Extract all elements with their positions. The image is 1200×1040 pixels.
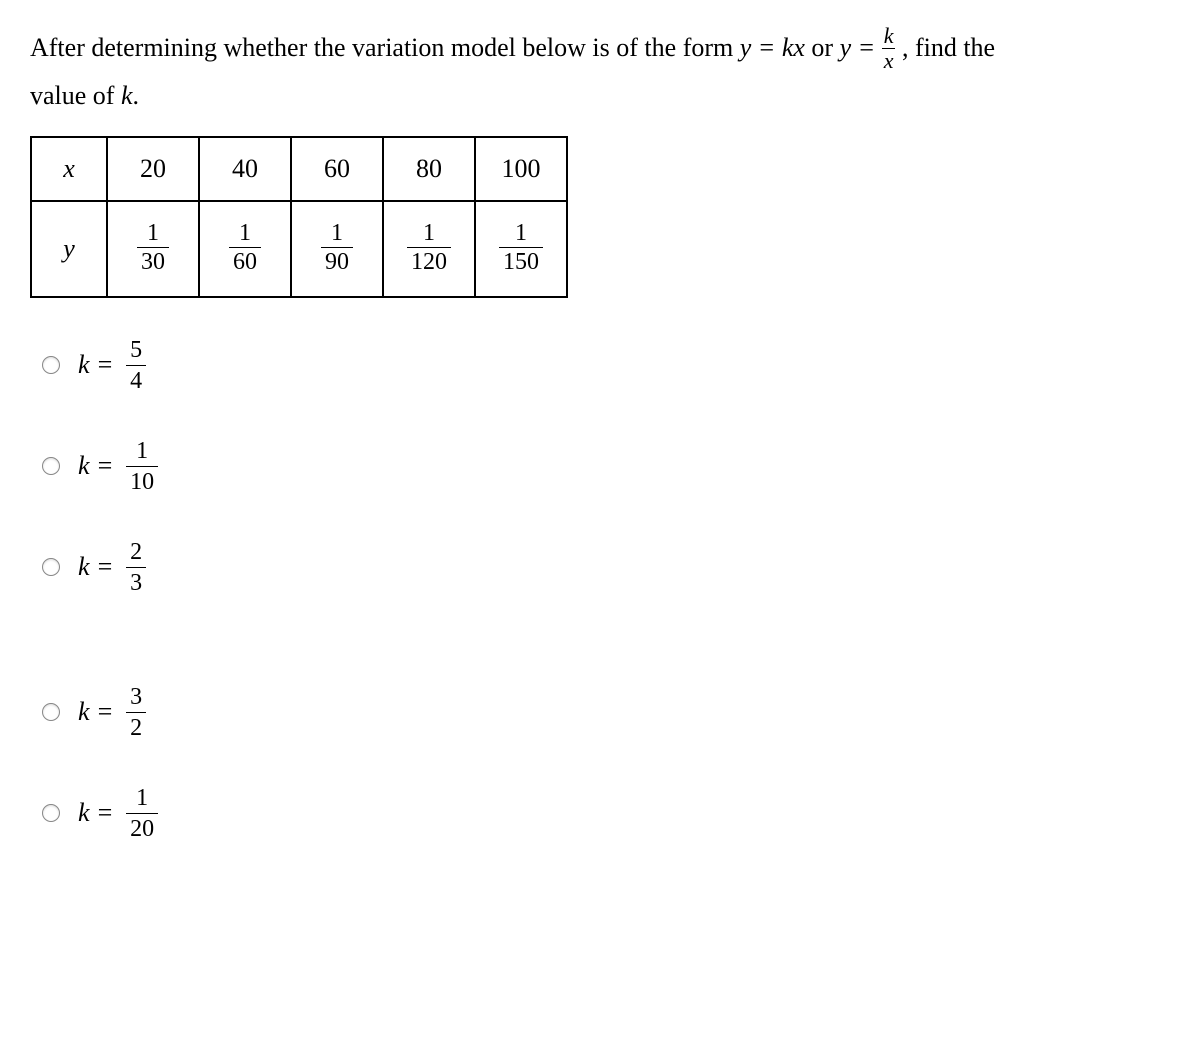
answer-options: k = 5 4 k = 1 10 k = 2 3 — [42, 338, 1170, 841]
table-row-y: y 1 30 1 60 1 90 1 120 — [31, 201, 567, 297]
row-label-x: x — [31, 137, 107, 201]
cell-x-0: 20 — [107, 137, 199, 201]
radio-icon[interactable] — [42, 457, 60, 475]
cell-y-1: 1 60 — [199, 201, 291, 297]
question-line2: value of — [30, 81, 121, 110]
table-row-x: x 20 40 60 80 100 — [31, 137, 567, 201]
cell-y-3: 1 120 — [383, 201, 475, 297]
row-label-y: y — [31, 201, 107, 297]
cell-x-1: 40 — [199, 137, 291, 201]
question-text: After determining whether the variation … — [30, 26, 1170, 118]
equation-1: y = kx — [740, 33, 812, 62]
fraction-k-over-x: k x — [882, 25, 896, 72]
question-suffix: , find the — [902, 33, 995, 62]
radio-icon[interactable] — [42, 558, 60, 576]
option-4-label: k = 3 2 — [78, 685, 146, 740]
cell-y-4: 1 150 — [475, 201, 567, 297]
data-table: x 20 40 60 80 100 y 1 30 1 60 1 90 — [30, 136, 568, 298]
option-1[interactable]: k = 5 4 — [42, 338, 1170, 393]
question-or: or — [811, 33, 839, 62]
option-5-label: k = 1 20 — [78, 786, 158, 841]
cell-x-3: 80 — [383, 137, 475, 201]
option-4[interactable]: k = 3 2 — [42, 685, 1170, 740]
option-3[interactable]: k = 2 3 — [42, 540, 1170, 595]
equation-2: y = k x — [840, 33, 902, 62]
option-3-label: k = 2 3 — [78, 540, 146, 595]
radio-icon[interactable] — [42, 804, 60, 822]
question-prefix: After determining whether the variation … — [30, 33, 740, 62]
cell-x-4: 100 — [475, 137, 567, 201]
cell-x-2: 60 — [291, 137, 383, 201]
option-2[interactable]: k = 1 10 — [42, 439, 1170, 494]
option-2-label: k = 1 10 — [78, 439, 158, 494]
option-1-label: k = 5 4 — [78, 338, 146, 393]
cell-y-0: 1 30 — [107, 201, 199, 297]
cell-y-2: 1 90 — [291, 201, 383, 297]
option-5[interactable]: k = 1 20 — [42, 786, 1170, 841]
radio-icon[interactable] — [42, 356, 60, 374]
radio-icon[interactable] — [42, 703, 60, 721]
